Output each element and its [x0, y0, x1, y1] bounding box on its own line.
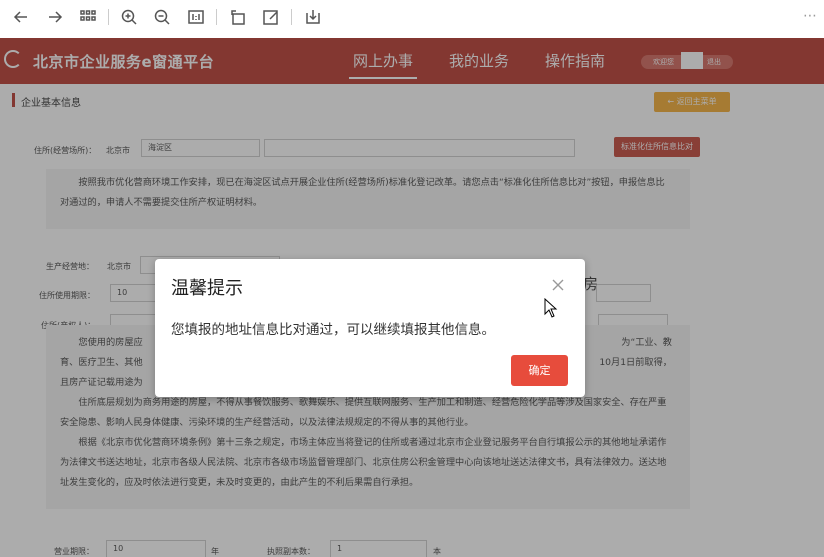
zoom-out-icon[interactable] — [152, 7, 172, 27]
confirm-button[interactable]: 确定 — [511, 355, 568, 386]
close-icon[interactable] — [550, 277, 566, 293]
more-options-icon[interactable]: ⋯ — [803, 8, 818, 24]
tip-dialog: 温馨提示 您填报的地址信息比对通过，可以继续填报其他信息。 确定 — [155, 259, 585, 397]
edit-icon[interactable] — [261, 7, 281, 27]
toolbar-divider — [108, 9, 109, 25]
back-arrow-icon[interactable] — [11, 7, 31, 27]
forward-arrow-icon[interactable] — [45, 7, 65, 27]
toolbar-divider — [291, 9, 292, 25]
mouse-cursor-icon — [544, 298, 558, 318]
dialog-message: 您填报的地址信息比对通过，可以继续填报其他信息。 — [171, 322, 495, 338]
zoom-in-icon[interactable] — [119, 7, 139, 27]
actual-size-icon[interactable] — [186, 7, 206, 27]
viewer-toolbar: ⋯ — [0, 0, 824, 34]
grid-view-icon[interactable] — [78, 7, 98, 27]
download-icon[interactable] — [303, 7, 323, 27]
dialog-title: 温馨提示 — [171, 278, 243, 299]
rotate-icon[interactable] — [228, 7, 248, 27]
toolbar-divider — [216, 9, 217, 25]
